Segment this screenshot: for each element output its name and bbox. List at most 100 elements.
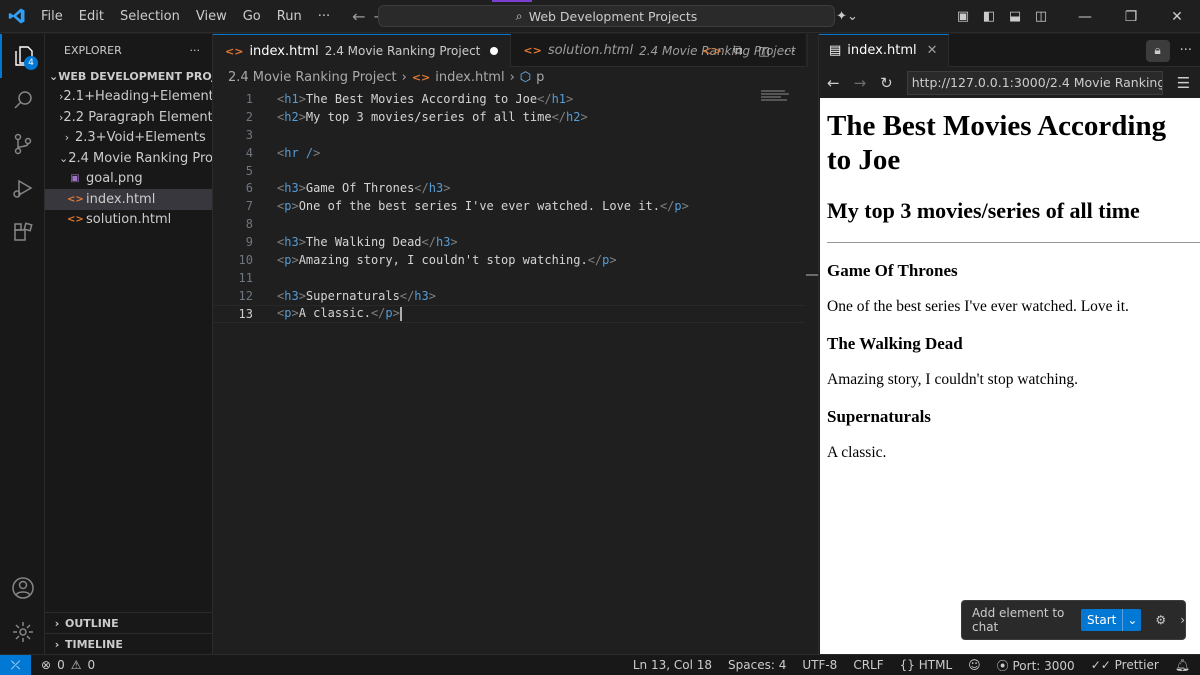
code-line[interactable]: 9 <h3>The Walking Dead</h3> (213, 233, 805, 251)
explorer-icon[interactable]: 4 (0, 34, 45, 78)
menu-selection[interactable]: Selection (112, 0, 188, 33)
toggle-sidebar-icon[interactable]: ◧ (976, 0, 1002, 33)
workspace-root[interactable]: ⌄ WEB DEVELOPMENT PROJE... (45, 66, 212, 87)
sash-handle[interactable] (806, 274, 818, 276)
encoding[interactable]: UTF-8 (802, 658, 837, 672)
breadcrumb-file[interactable]: index.html (435, 70, 504, 85)
editor-tabs: <> index.html 2.4 Movie Ranking Project … (213, 34, 809, 67)
browser-more-icon[interactable]: ··· (1180, 43, 1192, 58)
start-button[interactable]: Start ⌄ (1081, 609, 1142, 631)
minimap[interactable] (761, 90, 791, 110)
chevron-down-icon: ⌄ (59, 151, 69, 165)
breadcrumb-symbol[interactable]: p (536, 70, 544, 85)
chat-popup-label: Add element to chat (972, 606, 1065, 634)
browser-back-icon[interactable]: ← (827, 74, 840, 92)
tree-file-selected[interactable]: <> index.html (45, 189, 212, 210)
copilot-icon[interactable]: ✦⌄ (834, 0, 860, 33)
menu-file[interactable]: File (33, 0, 71, 33)
prettier-status[interactable]: ✓✓ Prettier (1091, 658, 1159, 672)
url-input[interactable]: http://127.0.0.1:3000/2.4 Movie Ranking … (906, 70, 1163, 95)
port-label: Port: 3000 (1012, 658, 1075, 673)
explorer-more-button[interactable]: ··· (190, 44, 201, 57)
copilot-status-icon[interactable]: ☺ (968, 658, 981, 672)
split-editor-icon[interactable]: ◫ (753, 44, 775, 58)
breadcrumb-folder[interactable]: 2.4 Movie Ranking Project (228, 70, 397, 85)
manage-gear-icon[interactable] (0, 610, 45, 654)
browser-forward-icon[interactable]: → (854, 74, 867, 92)
run-debug-icon[interactable] (0, 166, 45, 210)
show-preview-icon[interactable]: ⧉ (727, 43, 749, 58)
menu-go[interactable]: Go (235, 0, 269, 33)
source-control-icon[interactable] (0, 122, 45, 166)
file-label: solution.html (86, 212, 172, 228)
settings-gear-icon[interactable]: ⚙ (1155, 613, 1166, 627)
code-line[interactable]: 5 (213, 162, 805, 180)
command-center-search[interactable]: ⌕ Web Development Projects (378, 5, 835, 27)
indentation[interactable]: Spaces: 4 (728, 658, 786, 672)
tree-folder[interactable]: › 2.3+Void+Elements (45, 128, 212, 149)
chevron-right-icon: › (64, 131, 70, 145)
code-editor[interactable]: 1 <h1>The Best Movies According to Joe</h… (213, 90, 805, 323)
menu-more[interactable]: ··· (310, 0, 338, 33)
tree-file[interactable]: <> solution.html (45, 210, 212, 231)
problems-indicator[interactable]: ⊗ 0 ⚠ 0 (31, 658, 95, 672)
language-mode[interactable]: {} HTML (900, 658, 953, 672)
chevron-right-icon[interactable]: › (1180, 613, 1185, 627)
tab-index-html[interactable]: <> index.html 2.4 Movie Ranking Project (213, 34, 512, 67)
code-line[interactable]: 1 <h1>The Best Movies According to Joe</h… (213, 90, 805, 108)
tree-folder[interactable]: › 2.1+Heading+Element (45, 87, 212, 108)
code-line[interactable]: 6 <h3>Game Of Thrones</h3> (213, 179, 805, 197)
code-line[interactable]: 13 <p>A classic.</p> (213, 304, 805, 323)
chevron-right-icon: › (401, 69, 407, 85)
code-line[interactable]: 7 <p>One of the best series I've ever wat… (213, 197, 805, 215)
code-line[interactable]: 12 <h3>Supernaturals</h3> (213, 287, 805, 305)
timeline-section[interactable]: › TIMELINE (45, 633, 213, 654)
end-of-line[interactable]: CRLF (853, 658, 883, 672)
close-icon[interactable]: ✕ (927, 43, 938, 58)
minimize-icon[interactable]: — (1062, 0, 1108, 33)
editor-more-icon[interactable]: ··· (779, 44, 801, 58)
browser-tab[interactable]: ▤ index.html ✕ (819, 33, 949, 67)
outline-section[interactable]: › OUTLINE (45, 612, 213, 633)
code-line[interactable]: 10 <p>Amazing story, I couldn't stop watc… (213, 251, 805, 269)
tree-file[interactable]: ▣ goal.png (45, 169, 212, 190)
code-line[interactable]: 11 (213, 269, 805, 287)
menu-edit[interactable]: Edit (71, 0, 112, 33)
close-window-icon[interactable]: ✕ (1154, 0, 1200, 33)
line-number: 10 (238, 252, 253, 267)
search-view-icon[interactable] (0, 78, 45, 122)
code-line[interactable]: 4 <hr /> (213, 144, 805, 162)
back-arrow-icon[interactable]: ← (352, 7, 365, 26)
status-bar: ⤫ ⊗ 0 ⚠ 0 Ln 13, Col 18 Spaces: 4 UTF-8 … (0, 654, 1200, 675)
browser-menu-icon[interactable]: ☰ (1177, 74, 1190, 92)
workspace-name: Web Development Projects (528, 8, 698, 24)
code-line[interactable]: 2 <h2>My top 3 movies/series of all time<… (213, 108, 805, 126)
remote-icon[interactable]: ⤫ (0, 654, 31, 675)
menu-view[interactable]: View (188, 0, 235, 33)
movie-title: The Walking Dead (827, 334, 963, 353)
toggle-secondary-sidebar-icon[interactable]: ◫ (1028, 0, 1054, 33)
customize-layout-icon[interactable]: ▣ (950, 0, 976, 33)
chevron-down-icon[interactable]: ⌄ (1123, 613, 1141, 627)
check-all-icon: ✓✓ (1090, 658, 1111, 672)
unsaved-dot-icon[interactable] (490, 47, 499, 55)
notifications-bell-icon[interactable]: 🔔︎ (1175, 658, 1190, 672)
movie-title: Game Of Thrones (827, 261, 958, 280)
lock-icon[interactable]: 🔒︎ (1145, 39, 1170, 62)
restore-icon[interactable]: ❐ (1108, 0, 1154, 33)
code-line[interactable]: 3 (213, 126, 805, 144)
account-icon[interactable] (0, 566, 45, 610)
error-count: 0 (57, 658, 65, 672)
menu-run[interactable]: Run (269, 0, 310, 33)
reload-icon[interactable]: ↻ (880, 74, 893, 92)
tree-folder[interactable]: ⌄ 2.4 Movie Ranking Proj... (45, 148, 212, 169)
browser-nav-bar: ← → ↻ http://127.0.0.1:3000/2.4 Movie Ra… (819, 67, 1200, 98)
live-server-port[interactable]: ⦿ Port: 3000 (997, 657, 1075, 674)
explorer-badge: 4 (24, 56, 38, 70)
cursor-position[interactable]: Ln 13, Col 18 (633, 658, 712, 672)
extensions-icon[interactable] (0, 210, 45, 254)
tree-folder[interactable]: › 2.2 Paragraph Element (45, 107, 212, 128)
code-line[interactable]: 8 (213, 215, 805, 233)
toggle-panel-icon[interactable]: ⬓ (1002, 0, 1028, 33)
open-preview-icon[interactable]: <> (701, 44, 723, 58)
